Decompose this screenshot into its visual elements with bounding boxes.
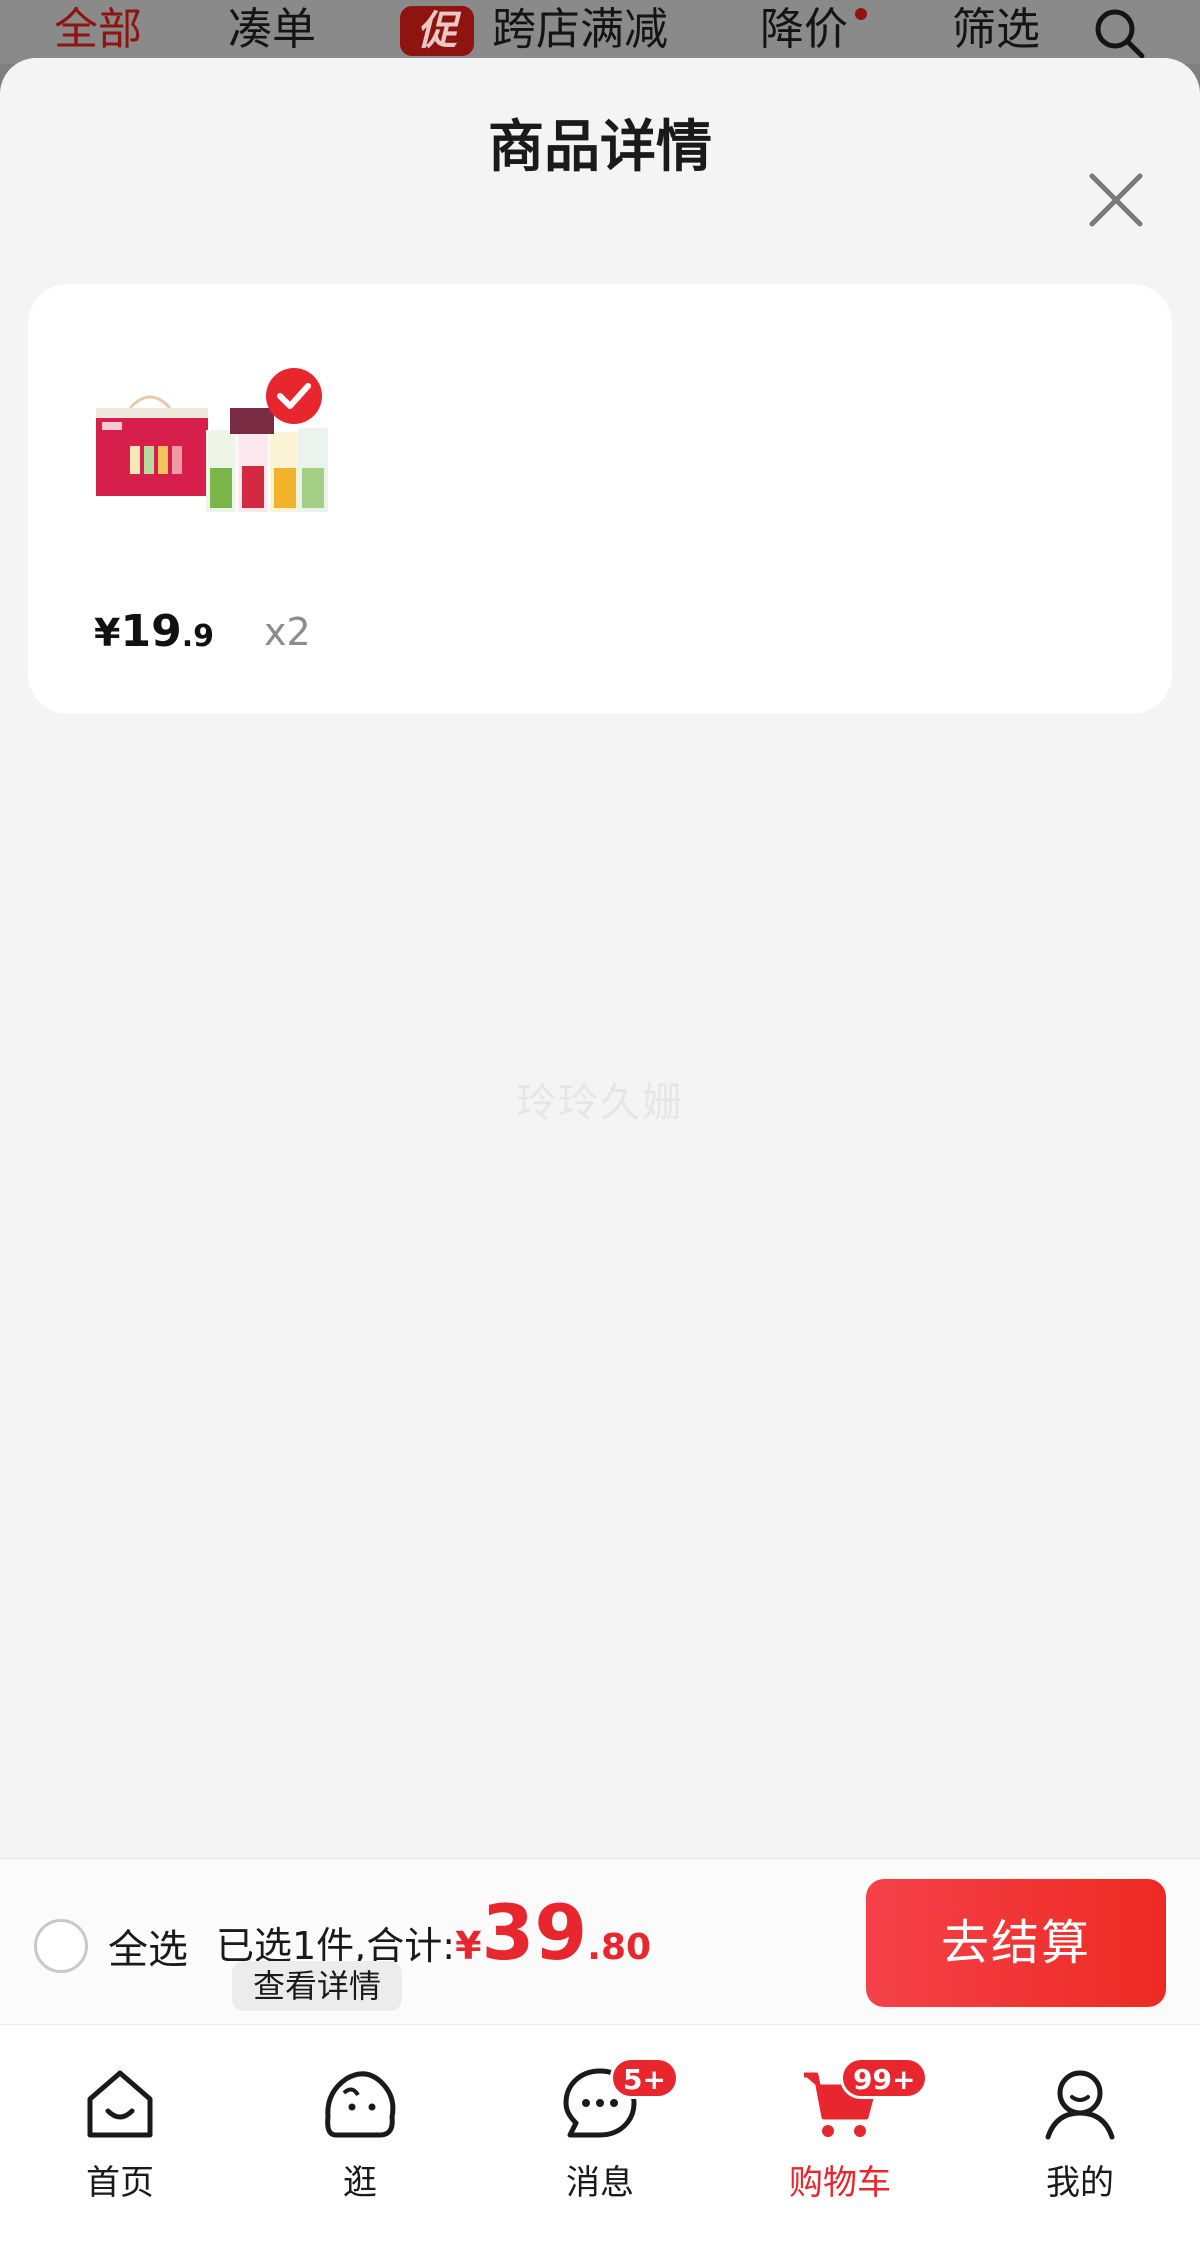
promo-badge-icon: 促 (400, 6, 474, 56)
search-icon[interactable] (1092, 6, 1148, 62)
tab-home[interactable]: 首页 (20, 2043, 220, 2223)
filter-tab-bundle[interactable]: 凑单 (228, 2, 316, 58)
browse-icon (325, 2071, 396, 2138)
tab-home-label: 首页 (86, 2163, 154, 2203)
checkout-bar: 全选 已选1件,合计:¥39.80 查看详情 去结算 (0, 1858, 1200, 2024)
product-card[interactable]: ¥19.9 x2 (28, 284, 1172, 714)
filter-tab-filter[interactable]: 筛选 (952, 2, 1040, 58)
home-icon (87, 2070, 153, 2138)
tab-cart[interactable]: 99+ 购物车 (740, 2043, 940, 2223)
filter-tab-cross-store[interactable]: 跨店满减 (492, 2, 668, 58)
sheet-title: 商品详情 (488, 115, 712, 180)
watermark: 玲玲久姗 (516, 1080, 684, 1126)
total-integer: 39 (481, 1888, 588, 1977)
select-all-checkbox[interactable] (34, 1919, 88, 1973)
tab-profile-label: 我的 (1046, 2163, 1114, 2203)
item-quantity: x2 (264, 610, 311, 654)
tab-browse-label: 逛 (343, 2163, 377, 2203)
top-filter-bar: 全部 凑单 促 跨店满减 降价 筛选 (0, 0, 1200, 64)
tab-cart-label: 购物车 (789, 2163, 891, 2203)
bottom-tab-bar: 首页 逛 5+ 消息 99+ 购物车 我的 (0, 2024, 1200, 2242)
tab-profile[interactable]: 我的 (980, 2043, 1180, 2223)
tab-messages[interactable]: 5+ 消息 (500, 2043, 700, 2223)
tab-browse[interactable]: 逛 (260, 2043, 460, 2223)
cart-badge: 99+ (840, 2057, 929, 2099)
total-currency: ¥ (455, 1924, 482, 1968)
product-details-sheet: 商品详情 ¥19.9 x2 玲玲久姗 (0, 58, 1200, 1858)
filter-tab-price-drop[interactable]: 降价 (760, 2, 848, 58)
checkout-button[interactable]: 去结算 (866, 1879, 1166, 2007)
total-decimal: .80 (587, 1927, 652, 1968)
filter-tab-all[interactable]: 全部 (54, 2, 142, 58)
close-icon[interactable] (1086, 170, 1146, 230)
view-details-button[interactable]: 查看详情 (232, 1961, 402, 2011)
profile-icon (1045, 2070, 1115, 2140)
product-image[interactable] (90, 356, 350, 536)
item-price: ¥19.9 (94, 606, 214, 657)
messages-badge: 5+ (610, 2057, 679, 2099)
tab-messages-label: 消息 (566, 2163, 634, 2203)
notification-dot (855, 8, 867, 20)
select-all-label[interactable]: 全选 (108, 1917, 188, 1975)
